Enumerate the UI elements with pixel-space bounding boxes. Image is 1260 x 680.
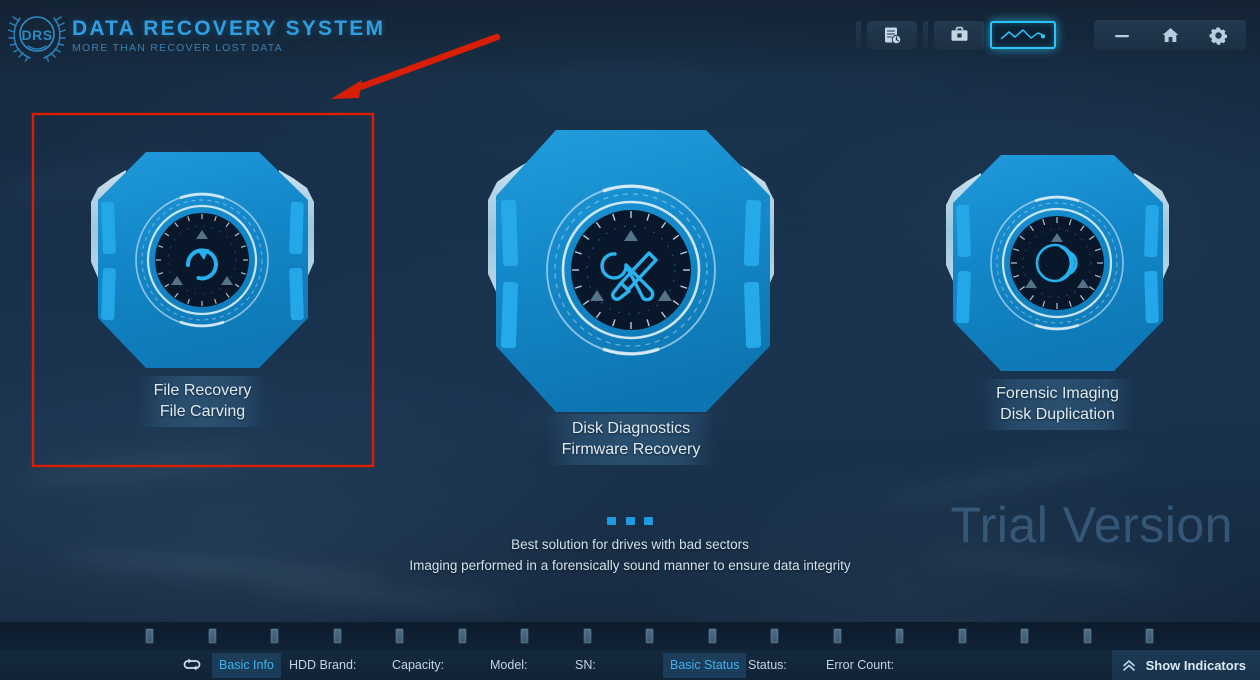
tab-edge-decoration (923, 21, 928, 49)
report-icon (884, 27, 901, 44)
show-indicators-button[interactable]: Show Indicators (1111, 650, 1260, 680)
app-header: DRS DATA RECOVERY SYSTEM MORE THAN RECOV… (0, 0, 1260, 76)
tile-label-line1: File Recovery (153, 382, 252, 399)
background-streak (19, 443, 251, 493)
report-button[interactable] (867, 21, 917, 49)
home-icon (1162, 28, 1178, 42)
drive-indicator[interactable] (457, 628, 467, 644)
drive-indicator[interactable] (145, 628, 154, 644)
tab-edge-decoration (856, 21, 861, 49)
drive-indicator[interactable] (332, 628, 342, 644)
tile-forensic-imaging[interactable]: Forensic Imaging Disk Duplication (915, 143, 1200, 431)
tile-label-line2: File Carving (159, 403, 246, 421)
show-indicators-label: Show Indicators (1145, 657, 1246, 673)
brand-logo: DRS DATA RECOVERY SYSTEM MORE THAN RECOV… (8, 8, 385, 62)
dot (643, 517, 653, 525)
drive-indicator[interactable] (645, 628, 654, 644)
toolbar (856, 20, 1260, 50)
settings-gear-icon (1209, 26, 1227, 45)
monitor-button[interactable] (990, 21, 1056, 49)
drive-indicator[interactable] (770, 628, 779, 644)
sync-loop-icon (183, 658, 201, 671)
drive-indicator[interactable] (957, 628, 967, 644)
sync-button[interactable] (180, 655, 206, 675)
tile-label-line2: Disk Duplication (1000, 406, 1115, 424)
toolbox-button[interactable] (934, 21, 984, 49)
settings-button[interactable] (1194, 20, 1242, 50)
drs-laurel-emblem: DRS (8, 16, 66, 62)
drive-indicator[interactable] (895, 628, 904, 644)
home-button[interactable] (1146, 20, 1194, 50)
status-field-basic-status[interactable]: Basic Status (663, 652, 747, 678)
status-field-basic-info[interactable]: Basic Info (212, 652, 281, 678)
tile-label-line1: Disk Diagnostics (571, 420, 691, 437)
drive-indicator[interactable] (395, 628, 404, 644)
window-controls (1094, 20, 1246, 50)
tile-label: File Recovery File Carving (139, 376, 266, 428)
drive-indicator[interactable] (207, 628, 217, 644)
drive-indicator[interactable] (707, 628, 717, 644)
chevron-up-double-icon (1122, 659, 1135, 671)
drive-indicator[interactable] (1082, 628, 1092, 644)
status-field-status: Status: (748, 658, 787, 672)
file-recovery-hexagon (91, 152, 314, 368)
disk-diagnostics-hexagon (488, 130, 774, 412)
status-field-hdd-brand: HDD Brand: (289, 658, 357, 672)
app-title: DATA RECOVERY SYSTEM (72, 17, 386, 41)
dot (625, 517, 635, 525)
toolbox-icon (951, 26, 967, 41)
tile-label: Forensic Imaging Disk Duplication (982, 379, 1133, 431)
tile-label-line2: Firmware Recovery (561, 441, 701, 459)
drive-indicator[interactable] (520, 628, 529, 644)
status-field-sn: SN: (575, 658, 596, 672)
trial-version-watermark: Trial Version (950, 497, 1233, 553)
status-field-capacity: Capacity: (392, 658, 445, 672)
drive-indicator[interactable] (1020, 628, 1029, 644)
dot (607, 517, 617, 525)
toolbar-module-buttons (856, 21, 1056, 49)
drive-indicator[interactable] (582, 628, 592, 644)
drive-indicator[interactable] (270, 628, 279, 644)
app-window: DRS DATA RECOVERY SYSTEM MORE THAN RECOV… (0, 0, 1260, 680)
indicator-strip (0, 622, 1260, 650)
tile-label-line1: Forensic Imaging (996, 385, 1119, 402)
tagline-line2: Imaging performed in a forensically soun… (409, 558, 851, 573)
drive-indicator[interactable] (832, 628, 842, 644)
status-field-model: Model: (490, 658, 528, 672)
forensic-imaging-hexagon (946, 155, 1169, 371)
svg-text:DRS: DRS (21, 27, 52, 43)
app-subtitle: MORE THAN RECOVER LOST DATA (72, 42, 283, 55)
status-bar: Basic Info HDD Brand: Capacity: Model: S… (0, 650, 1260, 680)
drive-indicator[interactable] (1145, 628, 1154, 644)
tile-disk-diagnostics[interactable]: Disk Diagnostics Firmware Recovery (452, 122, 810, 466)
minimize-icon (1115, 35, 1129, 38)
minimize-button[interactable] (1098, 20, 1146, 50)
tile-file-recovery[interactable]: File Recovery File Carving (60, 140, 345, 428)
background-streak (249, 583, 511, 609)
status-field-error-count: Error Count: (826, 658, 895, 672)
graph-monitor-icon (1000, 29, 1046, 40)
tile-label: Disk Diagnostics Firmware Recovery (547, 414, 715, 466)
